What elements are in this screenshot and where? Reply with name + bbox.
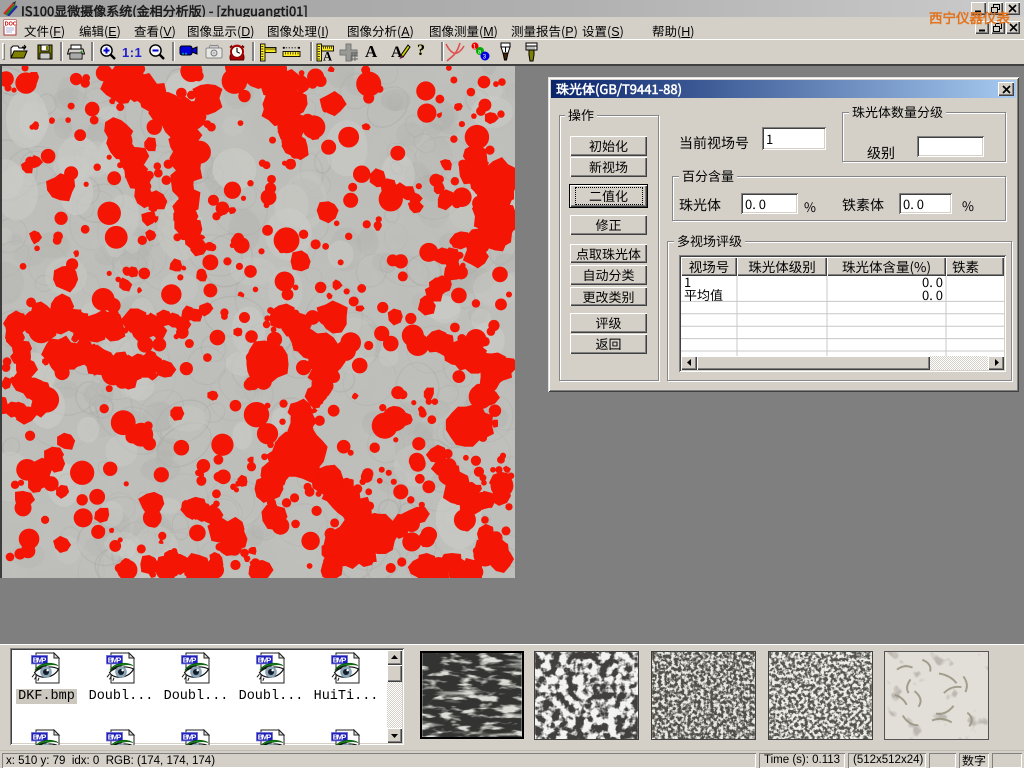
svg-text:BMP: BMP — [182, 732, 196, 741]
svg-text:0. 0: 0. 0 — [922, 285, 943, 304]
svg-text:A: A — [323, 50, 332, 63]
svg-text:BMP: BMP — [33, 732, 47, 741]
svg-text:BMP: BMP — [332, 655, 346, 664]
svg-text:BMP: BMP — [182, 655, 196, 664]
svg-text:BMP: BMP — [33, 655, 47, 664]
svg-text:BMP: BMP — [257, 655, 271, 664]
svg-text:BMP: BMP — [332, 732, 346, 741]
svg-text:DOC: DOC — [5, 22, 17, 28]
svg-text:BMP: BMP — [107, 732, 121, 741]
svg-text:BMP: BMP — [107, 655, 121, 664]
svg-text:A: A — [391, 44, 403, 61]
svg-text:BMP: BMP — [257, 732, 271, 741]
svg-text:平均值: 平均值 — [684, 285, 723, 304]
